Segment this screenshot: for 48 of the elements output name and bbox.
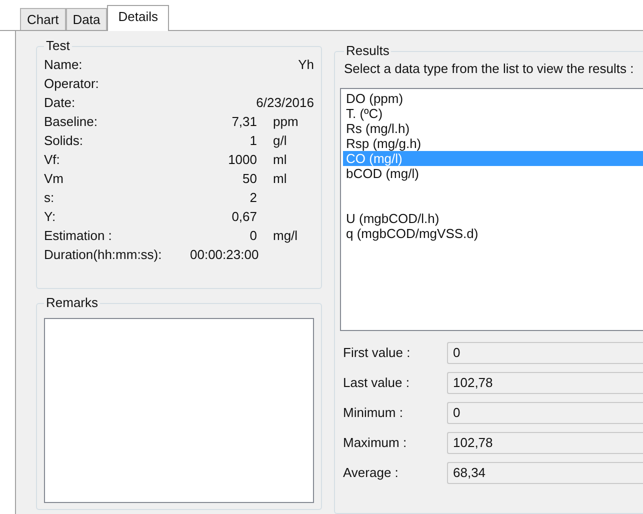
list-item[interactable]: bCOD (mg/l) <box>343 166 643 181</box>
field-value: 0 <box>250 228 257 243</box>
field-value: 50 <box>242 170 257 186</box>
data-type-list[interactable]: DO (ppm) T. (ºC) Rs (mg/l.h) Rsp (mg/g.h) CO (mg/l) bCOD (mg/l) U (mgbCOD/l.h) q (mgbCOD/mgVSS.d) <box>340 88 643 331</box>
field-value: 0,67 <box>232 208 257 224</box>
stat-field: 0 <box>447 342 643 364</box>
tab[interactable]: Details <box>107 5 170 31</box>
list-item[interactable]: U (mgbCOD/l.h) <box>343 211 643 226</box>
unit-label: ml <box>273 150 287 169</box>
field-value: 1 <box>250 132 257 148</box>
field-value: 00:00:23:00 <box>190 246 259 264</box>
unit-label: mg/l <box>273 226 298 245</box>
tab[interactable]: Data <box>66 8 108 30</box>
list-item[interactable]: q (mgbCOD/mgVSS.d) <box>343 226 643 241</box>
stat-field: 102,78 <box>447 372 643 394</box>
stat-field: 68,34 <box>447 462 643 484</box>
field-label: Y: <box>44 208 57 226</box>
stat-label: Average : <box>343 464 400 482</box>
field-label: Estimation : <box>44 226 113 245</box>
tab[interactable]: Chart <box>20 8 66 30</box>
remarks-field[interactable] <box>44 318 314 503</box>
list-item[interactable]: DO (ppm) <box>343 91 643 106</box>
field-value: 2 <box>250 190 257 205</box>
list-item[interactable]: Rsp (mg/g.h) <box>343 136 643 151</box>
field-value: 1000 <box>228 152 257 167</box>
field-label: Vm <box>44 170 64 188</box>
field-label: Baseline: <box>44 112 98 131</box>
stat-label: Maximum : <box>343 434 408 452</box>
list-item[interactable]: Rs (mg/l.h) <box>343 121 643 136</box>
list-item[interactable]: T. (ºC) <box>343 106 643 121</box>
field-label: Vf: <box>44 150 61 169</box>
field-label: Operator: <box>44 74 100 93</box>
instruction-text: Select a data type from the list to view the results : <box>344 61 635 77</box>
field-label: Name: <box>44 56 84 74</box>
field-value: Yh <box>298 56 314 74</box>
unit-label: ppm <box>273 112 298 131</box>
stat-field: 102,78 <box>447 432 643 454</box>
unit-label: g/l <box>273 132 287 150</box>
unit-label: ml <box>273 170 287 188</box>
stat-label: First value : <box>343 344 412 362</box>
field-value: 6/23/2016 <box>256 94 314 112</box>
field-label: Solids: <box>44 132 84 150</box>
field-label: s: <box>44 188 56 207</box>
stat-label: Minimum : <box>343 404 404 422</box>
field-value: 7,31 <box>232 114 257 129</box>
field-label: Date: <box>44 94 76 112</box>
stat-field: 0 <box>447 402 643 424</box>
stat-label: Last value : <box>343 374 410 392</box>
